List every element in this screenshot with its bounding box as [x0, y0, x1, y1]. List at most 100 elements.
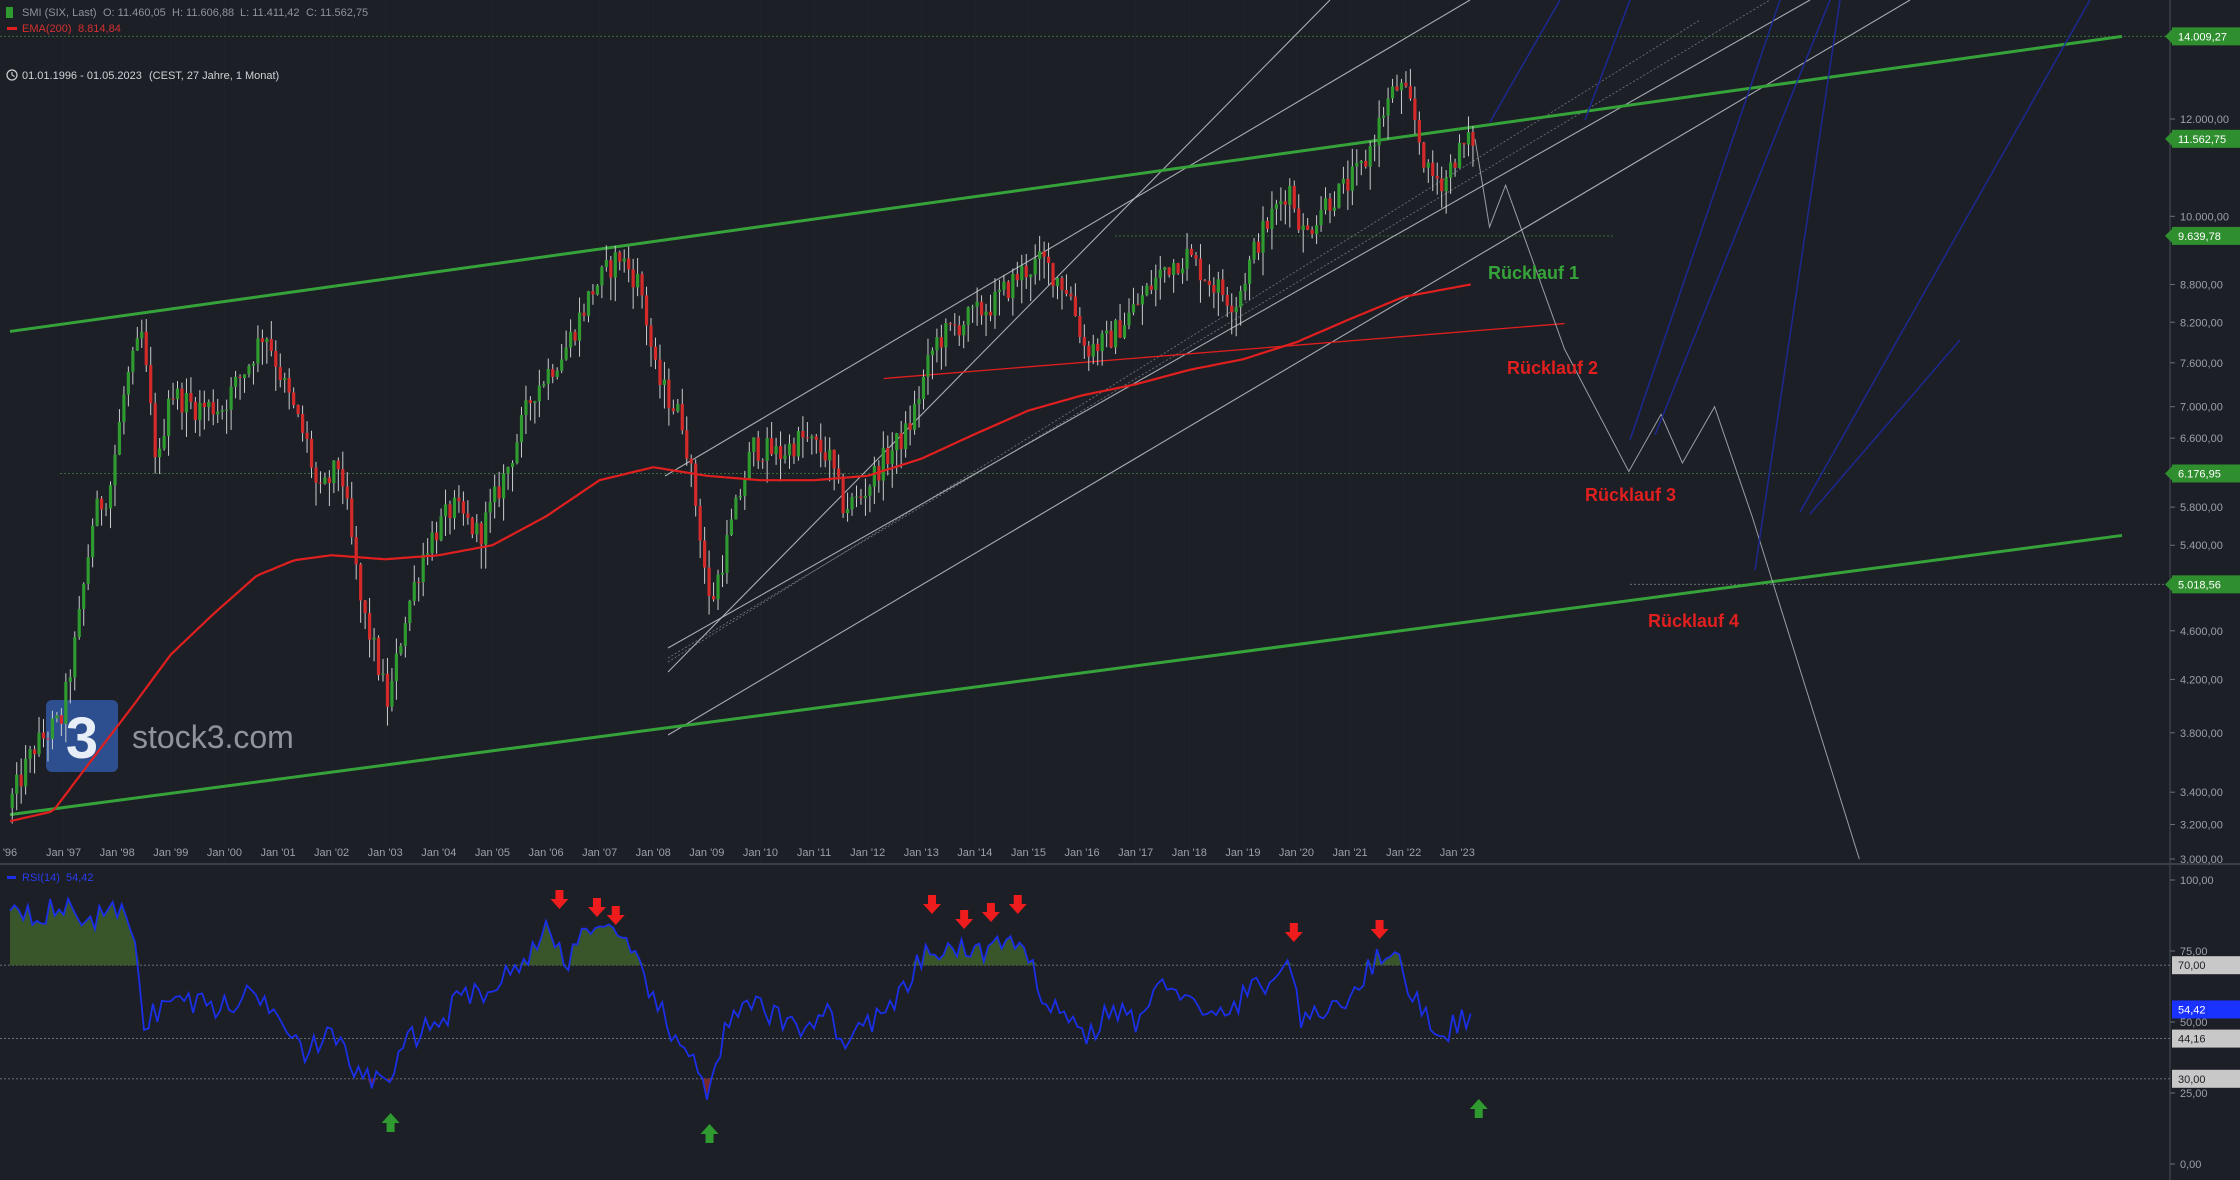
candle-body — [962, 324, 966, 336]
candle-body — [1020, 265, 1024, 281]
candle-body — [1243, 283, 1247, 292]
x-tick-label: Jan '06 — [528, 847, 563, 859]
candle-body — [984, 311, 988, 316]
candle-body — [752, 437, 756, 452]
candle-body — [926, 355, 930, 377]
smi-chart[interactable]: 3 stock3.com Rücklauf 1 Rücklauf 2 Rückl… — [0, 0, 2240, 1180]
candle-body — [886, 447, 890, 465]
candle-body — [1203, 280, 1207, 282]
candle-body — [475, 523, 479, 535]
rsi-tick-label: 0,00 — [2180, 1159, 2201, 1171]
candle-body — [171, 398, 175, 400]
candle-body — [600, 267, 604, 286]
candle-body — [184, 393, 189, 413]
candle-body — [153, 403, 157, 458]
candle-body — [198, 402, 202, 421]
candle-body — [1279, 201, 1283, 205]
candle-body — [618, 252, 622, 262]
candle-body — [28, 749, 32, 759]
candle-body — [50, 718, 55, 739]
candle-body — [528, 400, 533, 403]
candle-body — [997, 289, 1002, 292]
x-tick-label: Jan '16 — [1065, 847, 1100, 859]
rsi-current-text: 54,42 — [2178, 1004, 2206, 1016]
candle-body — [64, 681, 68, 724]
candle-body — [801, 431, 805, 438]
candle-body — [636, 274, 640, 288]
candle-body — [332, 460, 336, 484]
x-tick-label: Jan '20 — [1279, 847, 1314, 859]
candle-body — [86, 557, 90, 584]
candle-body — [1212, 285, 1216, 293]
x-tick-label: Jan '12 — [850, 847, 885, 859]
x-tick-label: Jan '00 — [207, 847, 242, 859]
rsi-level-text: 70,00 — [2178, 960, 2206, 972]
candle-body — [546, 369, 550, 384]
candle-body — [832, 449, 836, 469]
candle-body — [595, 285, 600, 295]
candle-body — [747, 451, 751, 480]
candle-body — [497, 486, 501, 499]
candle-body — [542, 383, 546, 386]
candle-body — [1064, 289, 1069, 294]
candle-body — [1283, 201, 1287, 205]
annotation-ruecklauf-3: Rücklauf 3 — [1585, 485, 1676, 505]
candle-body — [269, 339, 273, 352]
candle-body — [662, 379, 667, 385]
x-tick-label: Jan '09 — [689, 847, 724, 859]
y-tick-label: 8.200,00 — [2180, 317, 2223, 329]
candle-body — [644, 295, 649, 326]
candle-body — [448, 504, 452, 519]
candle-body — [1051, 262, 1055, 286]
candle-body — [202, 402, 206, 408]
candle-body — [175, 388, 180, 400]
candle-body — [1180, 268, 1185, 274]
candle-body — [108, 485, 113, 509]
ohlc-high: H: 11.606,88 — [172, 7, 234, 19]
candle-body — [510, 463, 515, 468]
candle-body — [470, 517, 474, 535]
candle-body — [819, 439, 823, 453]
y-tick-label: 8.800,00 — [2180, 280, 2223, 292]
candle-body — [341, 469, 345, 487]
candle-body — [1216, 279, 1220, 293]
candle-body — [265, 339, 269, 343]
candle-body — [1087, 345, 1091, 357]
candle-body — [953, 324, 957, 326]
candle-body — [1386, 98, 1390, 116]
x-tick-label: Jan '11 — [797, 847, 831, 859]
candle-body — [912, 404, 917, 430]
candle-body — [1440, 178, 1444, 192]
candle-body — [935, 337, 939, 351]
candle-body — [765, 438, 769, 461]
candle-body — [1413, 98, 1417, 121]
candle-body — [19, 774, 23, 787]
candle-body — [1314, 225, 1319, 235]
candle-body — [908, 423, 912, 430]
candle-body — [631, 269, 635, 288]
candle-body — [1234, 307, 1238, 313]
candle-body — [524, 400, 528, 416]
candle-body — [1069, 293, 1073, 297]
candle-body — [1163, 267, 1167, 270]
candle-body — [1449, 162, 1453, 178]
candle-body — [1323, 198, 1328, 211]
candle-body — [135, 338, 139, 351]
candle-body — [502, 473, 506, 499]
ohlc-open: O: 11.460,05 — [103, 7, 166, 19]
candle-body — [1404, 82, 1408, 87]
candle-body — [1288, 186, 1292, 205]
x-tick-label: Jan '97 — [46, 847, 81, 859]
candle-body — [278, 366, 282, 380]
candle-body — [251, 363, 256, 366]
candle-body — [1024, 265, 1028, 278]
candle-body — [1444, 177, 1448, 192]
candle-body — [1359, 160, 1363, 163]
x-tick-label: Jan '21 — [1333, 847, 1368, 859]
candle-body — [1462, 142, 1466, 145]
candle-body — [895, 433, 899, 451]
candle-body — [1247, 259, 1252, 284]
candle-body — [417, 582, 421, 584]
candle-body — [1373, 145, 1377, 147]
candle-body — [667, 379, 671, 409]
